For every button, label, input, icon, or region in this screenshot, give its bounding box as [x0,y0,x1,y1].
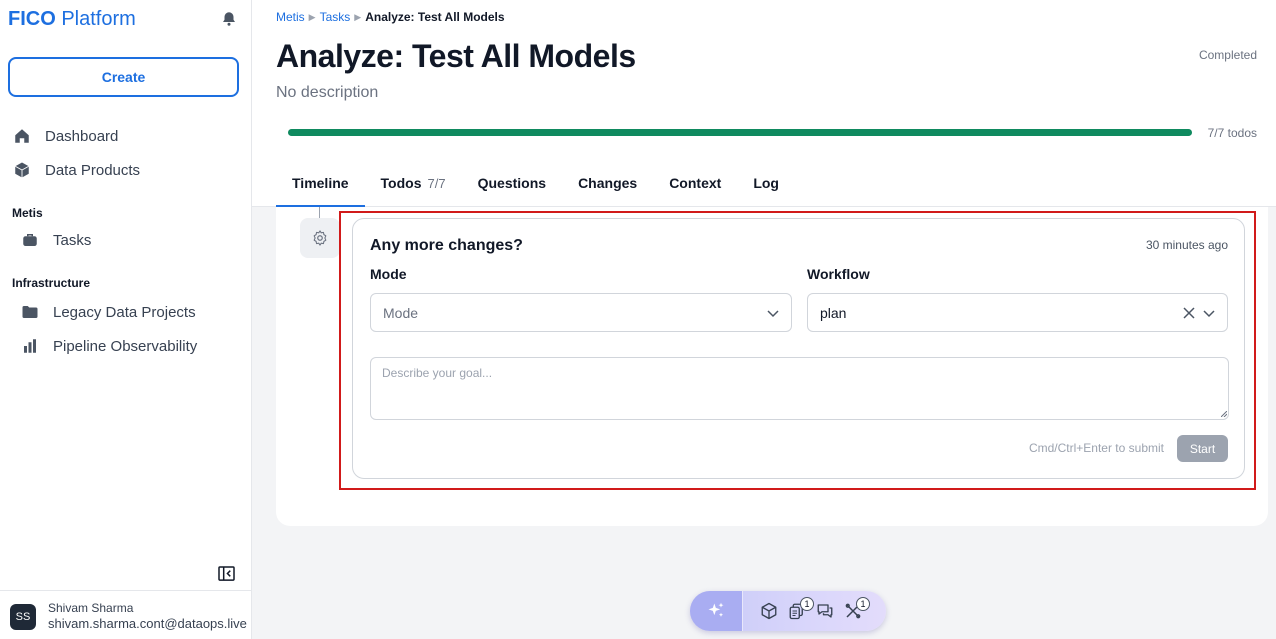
page-description: No description [276,84,379,101]
tab-timeline[interactable]: Timeline [276,166,365,207]
toolbar-divider [742,591,743,631]
progress-bar-fill [288,129,1192,136]
workflow-value: plan [820,304,847,321]
timeline-connector [319,207,320,218]
sidebar-item-pipeline-observability[interactable]: Pipeline Observability [21,337,197,355]
workflow-select[interactable]: plan [807,293,1228,332]
start-button[interactable]: Start [1177,435,1228,462]
chat-icon[interactable] [816,602,834,620]
breadcrumb-current: Analyze: Test All Models [365,10,505,24]
form-title: Any more changes? [370,237,523,254]
page-title: Analyze: Test All Models [276,38,636,74]
chevron-down-icon [1203,310,1215,318]
form-timestamp: 30 minutes ago [1145,238,1228,252]
tab-todos[interactable]: Todos 7/7 [365,166,462,207]
tab-count: 7/7 [427,176,446,191]
section-label-infrastructure: Infrastructure [12,276,91,290]
tab-bar: Timeline Todos 7/7 Questions Changes Cont… [276,166,795,207]
resize-grip-icon[interactable] [1221,411,1227,417]
mode-placeholder: Mode [383,304,419,321]
timeline-step-marker [300,218,340,258]
cube-icon[interactable] [760,602,778,620]
mode-label: Mode [370,266,407,282]
submit-hint: Cmd/Ctrl+Enter to submit [1028,441,1164,455]
tab-questions[interactable]: Questions [462,166,562,207]
user-profile[interactable]: SS Shivam Sharma shivam.sharma.cont@data… [0,590,252,639]
brand-logo[interactable]: FICO Platform [8,8,136,31]
avatar: SS [10,604,36,630]
mode-select[interactable]: Mode [370,293,792,332]
status-badge: Completed [1198,48,1257,62]
breadcrumb-metis[interactable]: Metis [276,10,305,24]
sidebar-item-dashboard[interactable]: Dashboard [13,127,118,145]
sidebar-item-tasks[interactable]: Tasks [21,231,91,249]
sidebar-item-label: Dashboard [45,127,119,145]
documents-button[interactable]: 1 [788,597,814,620]
section-label-metis: Metis [12,206,43,220]
gear-icon [313,230,327,246]
home-icon [15,129,29,143]
breadcrumb-separator-icon: ▶ [308,11,316,22]
tools-button[interactable]: 1 [844,597,870,620]
folder-icon [22,306,38,318]
tab-context[interactable]: Context [653,166,737,207]
user-email: shivam.sharma.cont@dataops.live [48,616,247,631]
collapse-sidebar-icon[interactable] [218,566,235,581]
sidebar: FICO Platform Create Dashboard Data Prod… [0,0,252,639]
tab-changes[interactable]: Changes [562,166,653,207]
notification-badge: 1 [800,597,814,611]
breadcrumb-tasks[interactable]: Tasks [320,10,351,24]
clear-icon[interactable] [1183,307,1195,319]
tab-log[interactable]: Log [737,166,795,207]
sidebar-item-label: Tasks [53,231,92,249]
chevron-down-icon [767,310,779,318]
task-header: Metis ▶ Tasks ▶ Analyze: Test All Models… [252,0,1276,207]
floating-toolbar: 1 1 [690,591,886,631]
sidebar-item-label: Data Products [45,161,141,179]
create-button[interactable]: Create [8,57,239,97]
goal-input[interactable] [370,357,1229,420]
user-name: Shivam Sharma [48,601,134,615]
ai-assistant-button[interactable] [690,591,742,631]
sidebar-item-label: Pipeline Observability [53,337,198,355]
sidebar-item-data-products[interactable]: Data Products [13,161,140,179]
changes-form: Any more changes? 30 minutes ago Mode Mo… [352,218,1245,479]
bell-icon[interactable] [220,10,238,28]
breadcrumb: Metis ▶ Tasks ▶ Analyze: Test All Models [276,10,505,24]
workflow-label: Workflow [807,266,870,282]
sidebar-item-legacy-data-projects[interactable]: Legacy Data Projects [21,303,196,321]
sparkles-icon [708,602,724,617]
breadcrumb-separator-icon: ▶ [354,11,362,22]
briefcase-icon [23,234,37,246]
progress-label: 7/7 todos [1207,126,1257,140]
notification-badge: 1 [856,597,870,611]
progress-bar [288,129,1192,136]
bar-chart-icon [24,339,36,353]
sidebar-item-label: Legacy Data Projects [53,303,196,321]
cube-icon [15,162,29,178]
